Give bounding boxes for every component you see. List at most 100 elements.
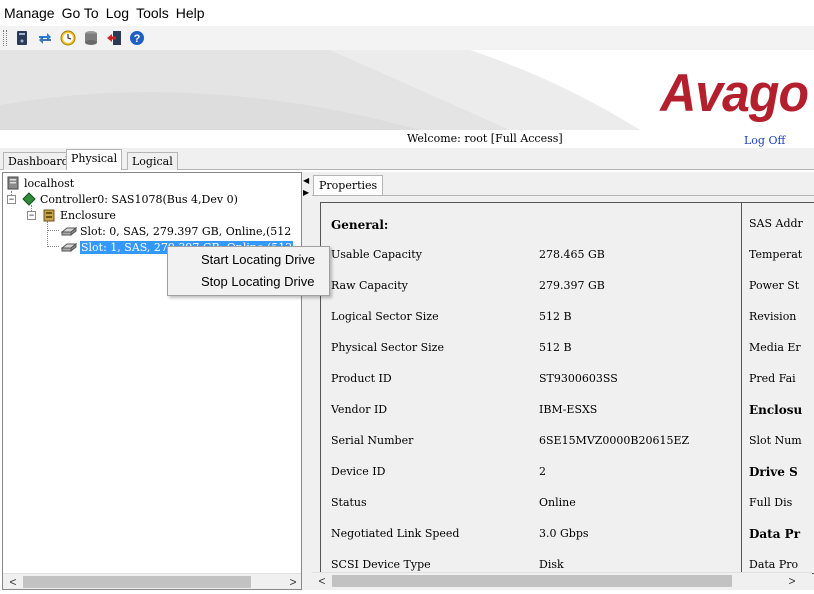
property-key: Status: [331, 496, 367, 509]
controller-icon: [21, 192, 37, 206]
right-column-cell: Data Pr: [749, 519, 814, 550]
property-key: Serial Number: [331, 434, 414, 447]
property-key: Vendor ID: [331, 403, 388, 416]
property-key: Physical Sector Size: [331, 341, 444, 354]
property-row: Physical Sector Size 512 B: [321, 333, 741, 364]
tree-connector: [47, 230, 59, 231]
exit-icon[interactable]: [105, 29, 123, 47]
database-icon[interactable]: [82, 29, 100, 47]
scroll-thumb[interactable]: [23, 576, 251, 588]
right-column-cell: Drive S: [749, 457, 814, 488]
property-key: Raw Capacity: [331, 279, 408, 292]
property-value: 512 B: [539, 310, 572, 323]
avago-logo: Avago: [660, 63, 809, 123]
tab-dashboard[interactable]: Dashboard: [3, 152, 74, 170]
right-column-cell: Temperat: [749, 240, 814, 271]
scroll-right-icon[interactable]: >: [285, 574, 301, 589]
welcome-bar: Welcome: root [Full Access] Log Off: [0, 130, 814, 150]
welcome-text: Welcome: root [Full Access]: [407, 132, 563, 145]
right-column-cell: Data Pro: [749, 550, 814, 573]
menu-bar: Manage Go To Log Tools Help: [0, 0, 814, 26]
menu-tools[interactable]: Tools: [136, 5, 169, 21]
property-row: Usable Capacity 278.465 GB: [321, 240, 741, 271]
tree-label-enclosure: Enclosure: [60, 208, 116, 222]
menu-help[interactable]: Help: [176, 5, 205, 21]
tree-horizontal-scrollbar[interactable]: < >: [3, 573, 301, 589]
stop-locating-drive-item[interactable]: Stop Locating Drive: [201, 274, 314, 289]
properties-grid: General: Usable Capacity 278.465 GB Raw …: [320, 202, 814, 574]
help-icon[interactable]: ?: [128, 29, 146, 47]
tree-node-controller[interactable]: Controller0: SAS1078(Bus 4,Dev 0): [21, 191, 238, 207]
right-column-cell: Pred Fai: [749, 364, 814, 395]
view-tabs: Dashboard Physical Logical: [0, 148, 814, 170]
clock-icon[interactable]: [59, 29, 77, 47]
scroll-left-icon[interactable]: <: [314, 573, 330, 589]
refresh-icon[interactable]: [36, 29, 54, 47]
property-value: 512 B: [539, 341, 572, 354]
property-key: Logical Sector Size: [331, 310, 439, 323]
menu-log[interactable]: Log: [106, 5, 129, 21]
right-column-cell: Enclosu: [749, 395, 814, 426]
right-column-section: Enclosu: [749, 403, 803, 417]
property-value: 2: [539, 465, 546, 478]
right-column-cell: SAS Addr: [749, 209, 814, 240]
property-key: Negotiated Link Speed: [331, 527, 460, 540]
tab-properties[interactable]: Properties: [313, 175, 384, 196]
right-column-cell: Media Er: [749, 333, 814, 364]
right-column-text: Temperat: [749, 248, 803, 261]
drive-icon: [61, 224, 77, 238]
column-divider: [741, 203, 742, 573]
right-column-text: Revision: [749, 310, 797, 323]
tab-divider: [312, 195, 814, 196]
toolbar: ?: [0, 26, 814, 50]
property-value: ST9300603SS: [539, 372, 618, 385]
server-icon[interactable]: [13, 29, 31, 47]
tab-physical[interactable]: Physical: [66, 149, 123, 170]
tree-node-localhost[interactable]: localhost: [5, 175, 74, 191]
property-row: Logical Sector Size 512 B: [321, 302, 741, 333]
tree-label-controller: Controller0: SAS1078(Bus 4,Dev 0): [40, 192, 238, 206]
property-row: Device ID 2: [321, 457, 741, 488]
section-general: General:: [331, 218, 389, 232]
right-column-text: Power St: [749, 279, 800, 292]
right-column-cell: Slot Num: [749, 426, 814, 457]
pane-splitter[interactable]: ◀ ▶: [302, 172, 310, 590]
property-value: 3.0 Gbps: [539, 527, 589, 540]
tree-connector: [47, 246, 59, 247]
properties-pane: Properties General: Usable Capacity 278.…: [310, 172, 814, 590]
start-locating-drive-item[interactable]: Start Locating Drive: [201, 252, 315, 267]
collapse-icon[interactable]: −: [7, 195, 16, 204]
property-value: Online: [539, 496, 576, 509]
scroll-thumb[interactable]: [332, 575, 732, 587]
expand-right-icon[interactable]: ▶: [303, 188, 309, 197]
property-value: 278.465 GB: [539, 248, 605, 261]
context-menu: Start Locating Drive Stop Locating Drive: [167, 246, 330, 296]
right-column-section: Drive S: [749, 465, 798, 479]
menu-manage[interactable]: Manage: [4, 5, 55, 21]
right-column-cell: Power St: [749, 271, 814, 302]
tab-logical[interactable]: Logical: [127, 152, 178, 170]
right-column-text: Data Pro: [749, 558, 799, 571]
property-row: Vendor ID IBM-ESXS: [321, 395, 741, 426]
right-column-section: Data Pr: [749, 527, 801, 541]
logoff-link[interactable]: Log Off: [744, 134, 785, 147]
properties-horizontal-scrollbar[interactable]: < >: [312, 572, 812, 588]
collapse-left-icon[interactable]: ◀: [303, 176, 309, 185]
right-column-cell: Full Dis: [749, 488, 814, 519]
menu-goto[interactable]: Go To: [62, 5, 99, 21]
property-key: Usable Capacity: [331, 248, 422, 261]
scroll-left-icon[interactable]: <: [5, 574, 21, 589]
drive-icon: [61, 240, 77, 254]
collapse-icon[interactable]: −: [27, 211, 36, 220]
property-row: Serial Number 6SE15MVZ0000B20615EZ: [321, 426, 741, 457]
tree-node-enclosure[interactable]: Enclosure: [41, 207, 116, 223]
property-value: Disk: [539, 558, 564, 571]
toolbar-grip: [3, 30, 7, 46]
tree-label-localhost: localhost: [24, 176, 75, 190]
property-row: SCSI Device Type Disk: [321, 550, 741, 573]
tree-node-slot-0[interactable]: Slot: 0, SAS, 279.397 GB, Online,(512: [61, 223, 291, 239]
scroll-right-icon[interactable]: >: [784, 573, 800, 589]
server-icon: [5, 176, 21, 190]
property-value: 279.397 GB: [539, 279, 605, 292]
section-header: General:: [321, 209, 741, 240]
